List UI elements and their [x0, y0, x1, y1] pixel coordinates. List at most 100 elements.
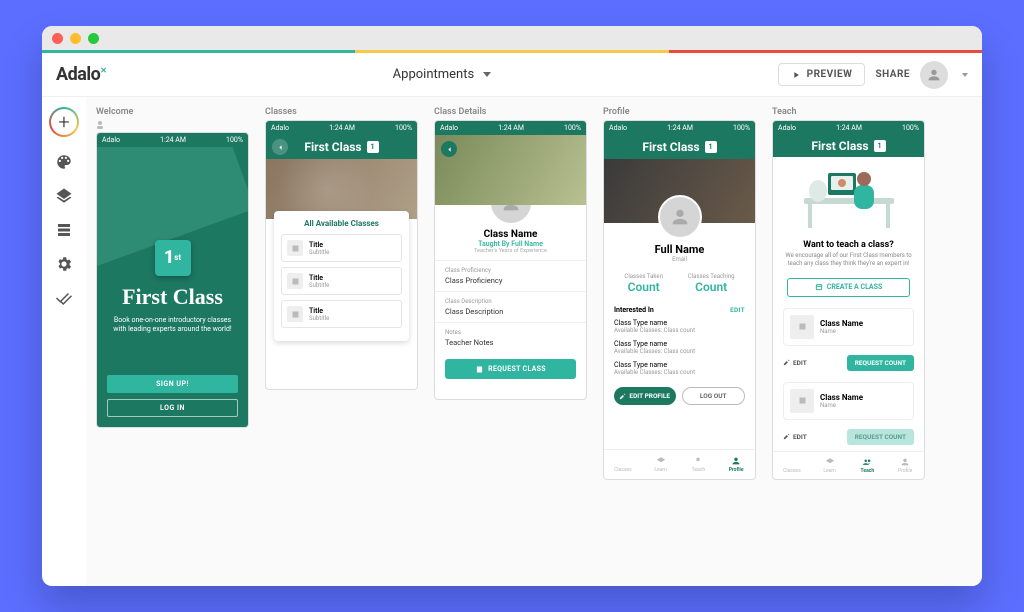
share-button[interactable]: SHARE [875, 69, 910, 80]
screen-label: Profile [603, 107, 756, 117]
project-name: Appointments [393, 67, 475, 82]
section-description: Class DescriptionClass Description [435, 291, 586, 322]
gear-icon[interactable] [55, 255, 73, 273]
profile-avatar [658, 195, 702, 239]
minimize-icon[interactable] [70, 33, 81, 44]
chevron-down-icon [483, 72, 491, 77]
class-name: Class Name [435, 229, 586, 240]
tab-profile[interactable]: Profile [886, 452, 924, 479]
section-notes: NotesTeacher Notes [435, 322, 586, 353]
tab-bar: Classes Learn Teach Profile [773, 451, 924, 479]
interest-item[interactable]: Class Type nameAvailable Classes: Class … [604, 316, 755, 337]
edit-profile-button[interactable]: EDIT PROFILE [614, 387, 676, 405]
screen-label: Classes [265, 107, 418, 117]
edit-interests-button[interactable]: EDIT [730, 306, 745, 314]
chevron-down-icon[interactable] [962, 73, 968, 77]
profile-name: Full Name [604, 243, 755, 256]
interest-item[interactable]: Class Type nameAvailable Classes: Class … [604, 337, 755, 358]
maximize-icon[interactable] [88, 33, 99, 44]
screen-label: Welcome [96, 107, 249, 117]
screen-welcome[interactable]: Welcome Adalo1:24 AM100% 1st First Class… [96, 107, 249, 480]
status-bar: Adalo1:24 AM100% [97, 133, 248, 147]
first-class-logo-icon: 1st [155, 240, 191, 276]
tab-learn[interactable]: Learn [811, 452, 849, 479]
adalo-logo[interactable]: Adalo✕ [56, 64, 107, 85]
calendar-icon [815, 283, 823, 291]
calendar-icon [475, 365, 484, 374]
hero-image [435, 135, 586, 205]
back-button[interactable] [441, 141, 457, 157]
screen-teach[interactable]: Teach Adalo1:24 AM100% First Class1 [772, 107, 925, 480]
screen-label: Teach [772, 107, 925, 117]
preview-button[interactable]: PREVIEW [778, 63, 866, 86]
list-item[interactable]: TitleSubtitle [281, 300, 402, 328]
user-avatar[interactable] [920, 61, 948, 89]
pencil-icon [619, 393, 626, 400]
person-icon [926, 67, 942, 83]
app-bar: First Class1 [266, 135, 417, 159]
image-placeholder-icon [790, 389, 814, 413]
screen-label: Class Details [434, 107, 587, 117]
logout-button[interactable]: LOG OUT [682, 387, 746, 405]
welcome-subtitle: Book one-on-one introductory classes wit… [97, 316, 248, 334]
database-icon[interactable] [55, 221, 73, 239]
request-count-button[interactable]: REQUEST COUNT [847, 355, 914, 371]
hero-image [266, 159, 417, 219]
edit-class-button[interactable]: EDIT [783, 359, 807, 367]
add-button[interactable]: + [49, 107, 79, 137]
status-bar: Adalo1:24 AM100% [266, 121, 417, 135]
close-icon[interactable] [52, 33, 63, 44]
screen-classes[interactable]: Classes Adalo1:24 AM100% First Class1 Al… [265, 107, 418, 480]
profile-stats: Classes TakenCount Classes TeachingCount [604, 267, 755, 300]
welcome-title: First Class [122, 284, 223, 310]
interest-item[interactable]: Class Type nameAvailable Classes: Class … [604, 358, 755, 379]
back-button[interactable] [272, 139, 288, 155]
project-selector[interactable]: Appointments [107, 67, 778, 82]
left-sidebar: + [42, 97, 86, 586]
status-bar: Adalo1:24 AM100% [604, 121, 755, 135]
experience: Teacher's Years of Experience [435, 248, 586, 254]
tab-teach[interactable]: Teach [849, 452, 887, 479]
interested-label: Interested In [614, 306, 654, 314]
status-bar: Adalo1:24 AM100% [435, 121, 586, 135]
image-placeholder-icon [287, 306, 303, 322]
tab-profile[interactable]: Profile [717, 450, 755, 479]
tab-teach[interactable]: Teach [680, 450, 718, 479]
image-placeholder-icon [790, 315, 814, 339]
welcome-hero: 1st First Class Book one-on-one introduc… [97, 147, 248, 427]
layers-icon[interactable] [55, 187, 73, 205]
request-count-button[interactable]: REQUEST COUNT [847, 429, 914, 445]
design-canvas[interactable]: Welcome Adalo1:24 AM100% 1st First Class… [86, 97, 982, 586]
image-placeholder-icon [287, 240, 303, 256]
request-class-button[interactable]: REQUEST CLASS [445, 359, 576, 379]
signup-button[interactable]: SIGN UP! [107, 375, 238, 393]
profile-email: Email [604, 256, 755, 263]
status-bar: Adalo1:24 AM100% [773, 121, 924, 134]
screen-profile[interactable]: Profile Adalo1:24 AM100% First Class1 Fu… [603, 107, 756, 480]
edit-class-button[interactable]: EDIT [783, 433, 807, 441]
classes-card: All Available Classes TitleSubtitle Titl… [274, 211, 409, 341]
tab-classes[interactable]: Classes [604, 450, 642, 479]
palette-icon[interactable] [55, 153, 73, 171]
create-class-button[interactable]: CREATE A CLASS [787, 278, 910, 297]
tab-classes[interactable]: Classes [773, 452, 811, 479]
screen-class-details[interactable]: Class Details Adalo1:24 AM100% Class Nam… [434, 107, 587, 480]
teach-illustration [773, 157, 924, 240]
app-header: Adalo✕ Appointments PREVIEW SHARE [42, 53, 982, 97]
app-bar: First Class1 [604, 135, 755, 159]
teach-class-card[interactable]: Class NameName [783, 308, 914, 346]
list-item[interactable]: TitleSubtitle [281, 234, 402, 262]
section-proficiency: Class ProficiencyClass Proficiency [435, 260, 586, 291]
mac-titlebar [42, 26, 982, 50]
app-window: Adalo✕ Appointments PREVIEW SHARE + [42, 26, 982, 586]
teach-class-card[interactable]: Class NameName [783, 382, 914, 420]
check-all-icon[interactable] [55, 289, 73, 307]
app-bar: First Class1 [773, 134, 924, 157]
taught-by: Taught By Full Name [435, 240, 586, 248]
list-item[interactable]: TitleSubtitle [281, 267, 402, 295]
play-icon [791, 70, 801, 80]
login-button[interactable]: LOG IN [107, 399, 238, 417]
teach-sub: We encourage all of our First Class memb… [783, 252, 914, 268]
image-placeholder-icon [287, 273, 303, 289]
tab-learn[interactable]: Learn [642, 450, 680, 479]
